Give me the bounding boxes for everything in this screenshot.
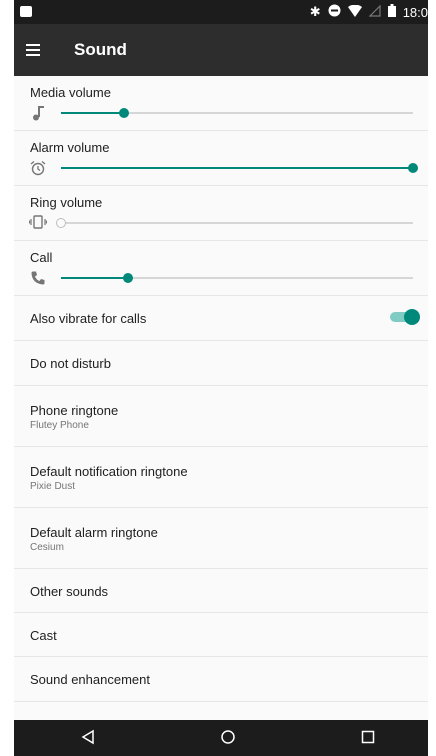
do-not-disturb-icon: [328, 4, 341, 20]
toggle-knob: [404, 309, 420, 325]
vibrate-for-calls-row[interactable]: Also vibrate for calls: [14, 296, 428, 341]
call-volume-label: Call: [30, 250, 53, 265]
page-title: Sound: [74, 40, 127, 59]
alarm-ringtone-title: Default alarm ringtone: [30, 525, 158, 540]
slider-fill: [61, 112, 125, 114]
alarm-clock-icon: [28, 160, 48, 178]
wifi-icon: [347, 4, 362, 20]
status-time: 18:0: [402, 4, 428, 20]
sound-enhancement-label: Sound enhancement: [30, 672, 150, 687]
media-volume-slider-row: Media volume: [14, 76, 428, 131]
slider-fill: [61, 167, 413, 169]
back-icon[interactable]: [80, 729, 100, 747]
ring-volume-slider-row: Ring volume: [14, 186, 428, 241]
slider-thumb[interactable]: [119, 108, 130, 118]
settings-list: Media volume Alarm volume Ring volume Ca…: [14, 76, 428, 702]
slider-fill: [61, 277, 128, 279]
music-note-icon: [28, 105, 48, 123]
home-icon[interactable]: [220, 729, 240, 747]
do-not-disturb-label: Do not disturb: [30, 356, 111, 371]
cast-label: Cast: [30, 628, 57, 643]
battery-icon: [387, 4, 396, 20]
media-volume-label: Media volume: [30, 85, 111, 100]
slider-thumb[interactable]: [56, 218, 66, 228]
alarm-volume-slider[interactable]: [61, 163, 418, 173]
cast-row[interactable]: Cast: [14, 613, 428, 657]
call-volume-slider[interactable]: [61, 273, 413, 283]
notification-ringtone-value: Pixie Dust: [30, 481, 76, 492]
phone-ringtone-value: Flutey Phone: [30, 420, 89, 431]
phone-ringtone-title: Phone ringtone: [30, 403, 119, 418]
bluetooth-icon: ✱: [309, 4, 321, 19]
other-sounds-label: Other sounds: [30, 584, 109, 599]
image-icon: [20, 6, 32, 17]
alarm-ringtone-row[interactable]: Default alarm ringtone Cesium: [14, 508, 428, 569]
no-signal-icon: [368, 4, 381, 20]
ring-volume-label: Ring volume: [30, 195, 103, 210]
slider-thumb[interactable]: [122, 273, 133, 283]
alarm-volume-label: Alarm volume: [30, 140, 110, 155]
vibrate-for-calls-label: Also vibrate for calls: [30, 311, 147, 326]
navigation-bar: [14, 720, 428, 756]
do-not-disturb-row[interactable]: Do not disturb: [14, 341, 428, 386]
vibrate-icon: [28, 215, 48, 233]
media-volume-slider[interactable]: [61, 108, 413, 118]
ring-volume-slider[interactable]: [56, 218, 413, 228]
phone-screen: ✱ 18:0 Sound Media volume Alarm volume R…: [14, 0, 428, 756]
sound-enhancement-row[interactable]: Sound enhancement: [14, 657, 428, 702]
notification-ringtone-row[interactable]: Default notification ringtone Pixie Dust: [14, 447, 428, 508]
phone-icon: [28, 270, 48, 288]
status-bar: ✱ 18:0: [14, 0, 428, 24]
phone-ringtone-row[interactable]: Phone ringtone Flutey Phone: [14, 386, 428, 447]
call-volume-slider-row: Call: [14, 241, 428, 296]
alarm-ringtone-value: Cesium: [30, 542, 64, 553]
recents-icon[interactable]: [360, 729, 380, 747]
other-sounds-row[interactable]: Other sounds: [14, 569, 428, 613]
slider-thumb[interactable]: [408, 163, 418, 173]
toolbar: Sound: [14, 24, 428, 76]
notification-ringtone-title: Default notification ringtone: [30, 464, 188, 479]
alarm-volume-slider-row: Alarm volume: [14, 131, 428, 186]
status-icons: ✱ 18:0: [310, 4, 428, 20]
hamburger-menu-icon[interactable]: [24, 39, 46, 61]
vibrate-toggle[interactable]: [390, 309, 420, 325]
